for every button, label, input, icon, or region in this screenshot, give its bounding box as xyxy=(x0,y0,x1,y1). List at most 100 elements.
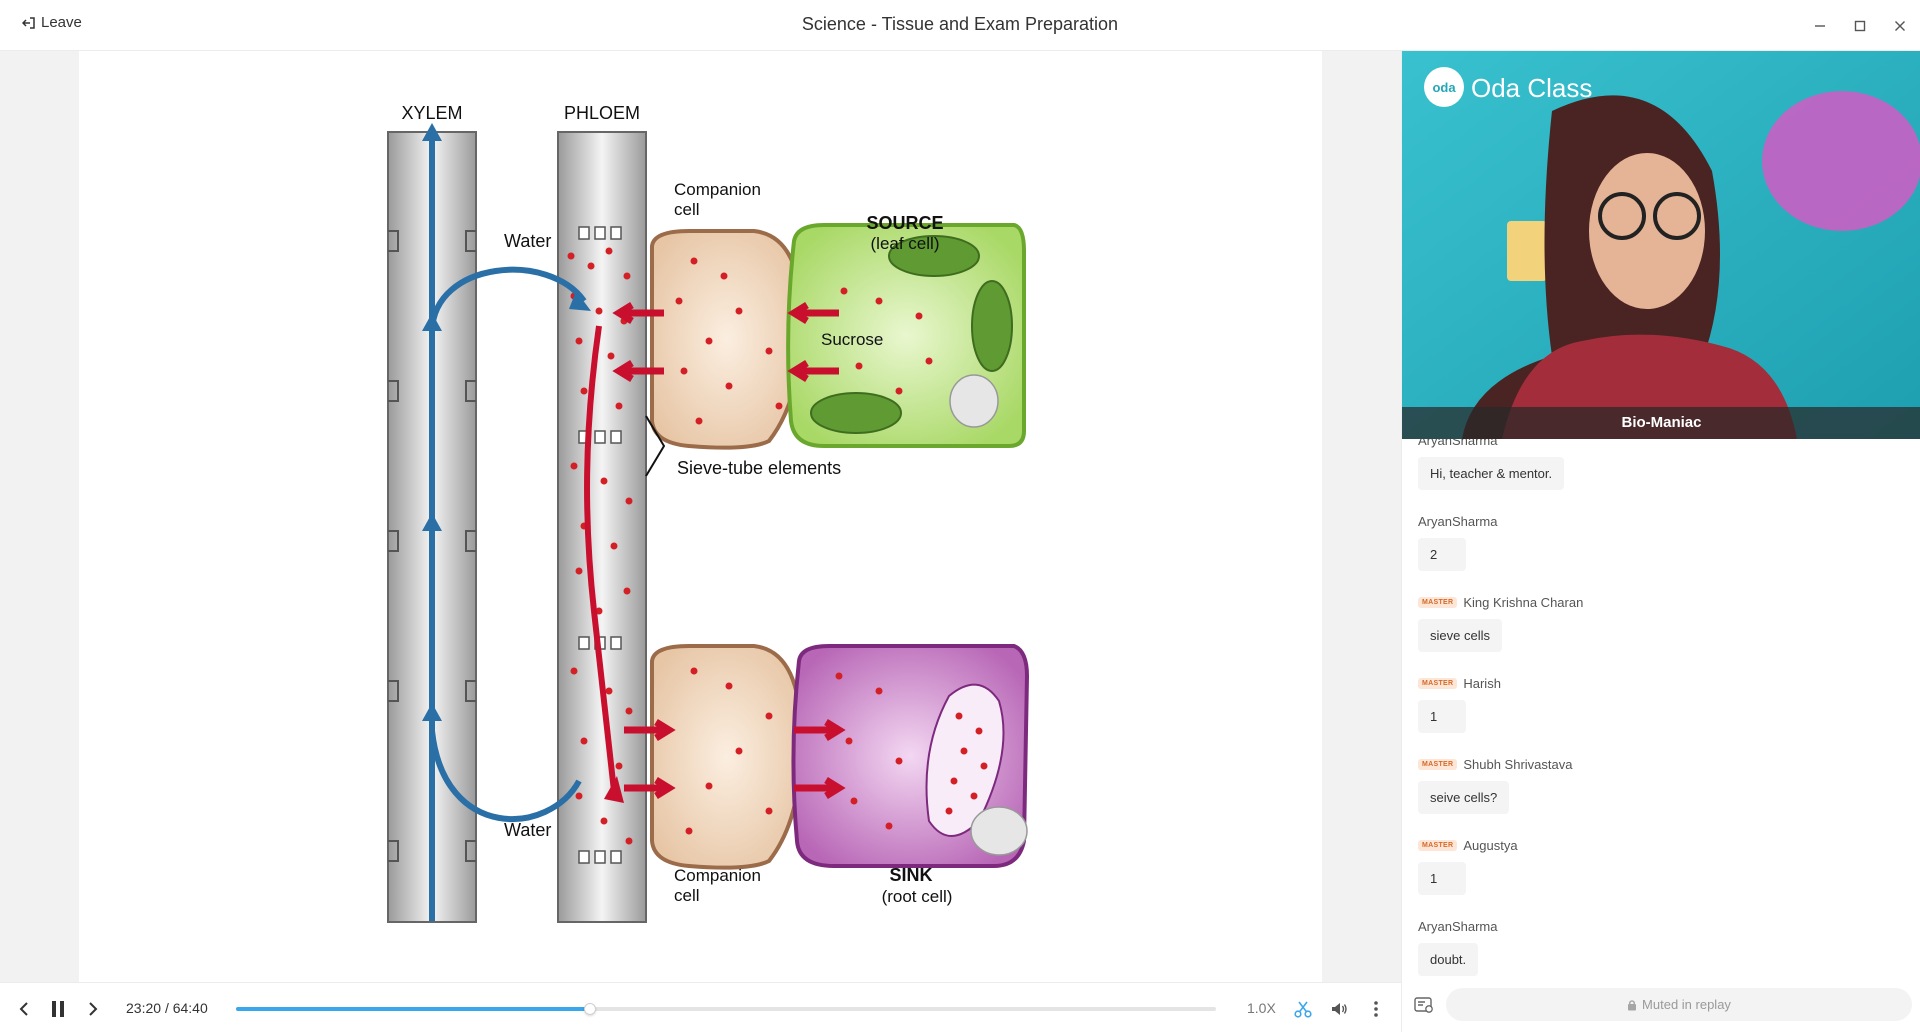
chat-message: MASTER Shubh Shrivastava seive cells? xyxy=(1418,755,1572,814)
chat-author-name: Shubh Shrivastava xyxy=(1463,756,1573,772)
pause-icon xyxy=(52,1001,64,1017)
oda-logo-text: Oda Class xyxy=(1471,73,1592,103)
presenter-video-frame: oda Oda Class xyxy=(1402,51,1920,439)
pause-button[interactable] xyxy=(46,997,70,1021)
sink-label-1: SINK xyxy=(889,865,932,885)
seek-bar-handle[interactable] xyxy=(583,1003,596,1015)
chat-message: MASTER Augustya 1 xyxy=(1418,836,1518,895)
slide-canvas: XYLEM PHLOEM Water Water Companion cell … xyxy=(79,51,1322,982)
chat-bubble: seive cells? xyxy=(1418,781,1510,814)
chat-bubble: sieve cells xyxy=(1418,619,1502,652)
chat-message: AryanSharma doubt. xyxy=(1418,917,1497,976)
companion-top-label-2: cell xyxy=(674,200,700,219)
master-badge: MASTER xyxy=(1418,839,1458,851)
chat-bubble: doubt. xyxy=(1418,943,1479,976)
chat-message: AryanSharma Hi, teacher & mentor. xyxy=(1418,439,1565,490)
leave-label: Leave xyxy=(41,14,82,31)
previous-button[interactable] xyxy=(12,997,36,1021)
chat-settings-button[interactable] xyxy=(1414,996,1434,1019)
companion-cell-top xyxy=(650,229,804,450)
xylem-label: XYLEM xyxy=(401,103,462,123)
close-button[interactable] xyxy=(1880,15,1920,37)
presenter-video: oda Oda Class Bio-Maniac xyxy=(1402,51,1920,439)
chevron-left-icon xyxy=(19,1002,28,1016)
phloem-sieve-tube xyxy=(557,131,647,923)
chat-author: MASTER Augustya xyxy=(1418,836,1518,854)
master-badge: MASTER xyxy=(1418,677,1458,689)
title-bar: Leave Science - Tissue and Exam Preparat… xyxy=(0,0,1920,51)
seek-bar-fill xyxy=(236,1007,590,1011)
companion-bottom-label-1: Companion xyxy=(674,866,761,885)
scissors-icon xyxy=(1294,1001,1312,1018)
chat-bubble: 1 xyxy=(1418,700,1466,733)
oda-logo-mark-text: oda xyxy=(1432,80,1456,95)
chat-author: AryanSharma xyxy=(1418,917,1497,935)
presenter-name: Bio-Maniac xyxy=(1402,407,1920,439)
chat-author: MASTER King Krishna Charan xyxy=(1418,593,1583,611)
chat-author-name: King Krishna Charan xyxy=(1463,594,1584,610)
chat-author-name: AryanSharma xyxy=(1418,439,1498,448)
chat-author-name: AryanSharma xyxy=(1418,918,1498,934)
backdrop-blob xyxy=(1762,91,1920,231)
sucrose-label: Sucrose xyxy=(821,330,883,349)
maximize-icon xyxy=(1854,20,1866,32)
source-label-2: (leaf cell) xyxy=(871,234,940,253)
muted-label: Muted in replay xyxy=(1642,997,1731,1012)
playback-speed[interactable]: 1.0X xyxy=(1247,1000,1276,1016)
volume-button[interactable] xyxy=(1327,997,1351,1021)
phloem-transport-diagram: XYLEM PHLOEM Water Water Companion cell … xyxy=(387,103,1030,923)
water-bottom-label: Water xyxy=(504,820,551,840)
next-button[interactable] xyxy=(81,997,105,1021)
current-time: 23:20 xyxy=(126,1000,162,1016)
sink-label-2: (root cell) xyxy=(882,887,953,906)
session-title: Science - Tissue and Exam Preparation xyxy=(801,14,1119,34)
playback-time: 23:20 / 64:40 xyxy=(126,1000,208,1016)
minimize-icon xyxy=(1815,25,1825,27)
side-panel: oda Oda Class Bio-Maniac AryanSharma Hi,… xyxy=(1401,51,1920,1032)
close-icon xyxy=(1895,21,1905,31)
sieve-tube-label: Sieve-tube elements xyxy=(677,458,841,478)
lock-icon xyxy=(1628,999,1637,1010)
seek-bar[interactable] xyxy=(236,1003,1216,1015)
chat-message: MASTER Harish 1 xyxy=(1418,674,1501,733)
presentation-stage: XYLEM PHLOEM Water Water Companion cell … xyxy=(0,51,1401,982)
nucleus xyxy=(949,374,999,428)
leave-button[interactable]: Leave xyxy=(22,14,82,31)
clip-button[interactable] xyxy=(1291,997,1315,1021)
chat-bubble: 1 xyxy=(1418,862,1466,895)
more-options-button[interactable] xyxy=(1364,997,1388,1021)
chat-bubble: Hi, teacher & mentor. xyxy=(1418,457,1565,490)
chat-message: MASTER King Krishna Charan sieve cells xyxy=(1418,593,1583,652)
chat-feed[interactable]: AryanSharma Hi, teacher & mentor. AryanS… xyxy=(1402,439,1920,979)
companion-cell-bottom xyxy=(650,644,804,870)
chevron-right-icon xyxy=(89,1002,98,1016)
master-badge: MASTER xyxy=(1418,596,1458,608)
chat-input-disabled: Muted in replay xyxy=(1446,988,1912,1021)
master-badge: MASTER xyxy=(1418,758,1458,770)
companion-top-label-1: Companion xyxy=(674,180,761,199)
chat-author-name: AryanSharma xyxy=(1418,513,1498,529)
chloroplast xyxy=(810,392,902,434)
playback-controls: 23:20 / 64:40 1.0X xyxy=(0,982,1401,1032)
maximize-button[interactable] xyxy=(1840,15,1880,37)
chat-settings-icon xyxy=(1414,997,1433,1013)
chat-author-name: Harish xyxy=(1463,675,1501,691)
duration: 64:40 xyxy=(172,1000,208,1016)
volume-icon xyxy=(1332,1003,1347,1015)
backdrop-books xyxy=(1507,221,1547,281)
chat-bubble: 2 xyxy=(1418,538,1466,571)
more-vertical-icon xyxy=(1374,1001,1378,1017)
companion-bottom-label-2: cell xyxy=(674,886,700,905)
exit-icon xyxy=(22,16,35,29)
chat-author-name: Augustya xyxy=(1463,837,1518,853)
phloem-label: PHLOEM xyxy=(564,103,640,123)
nucleus xyxy=(970,806,1028,856)
time-separator: / xyxy=(164,1000,169,1016)
chat-message: AryanSharma 2 xyxy=(1418,512,1497,571)
chat-author: MASTER Shubh Shrivastava xyxy=(1418,755,1572,773)
minimize-button[interactable] xyxy=(1800,15,1840,37)
chat-author: AryanSharma xyxy=(1418,439,1564,449)
chat-author: MASTER Harish xyxy=(1418,674,1501,692)
water-top-label: Water xyxy=(504,231,551,251)
window-controls xyxy=(1800,15,1920,37)
